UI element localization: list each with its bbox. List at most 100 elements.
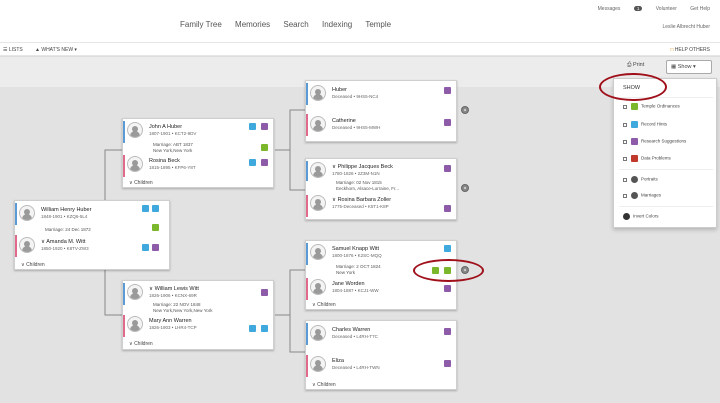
couple-card-huber-catherine[interactable]: Huber Deceased • 9HS5-NC4 Catherine Dece… [305,80,457,142]
person-amanda-witt[interactable]: ∨ Amanda M. Witt 1850-1920 • K8TV-ZW3 [15,236,135,256]
children-toggle[interactable]: ∨ Children [129,341,153,347]
children-toggle[interactable]: ∨ Children [312,302,336,308]
memories-icon[interactable] [249,159,256,166]
portrait-placeholder-icon [19,237,35,253]
research-suggestion-icon[interactable] [444,285,451,292]
person-name: William Henry Huber [41,207,92,213]
person-info: 1826-1906 • KCNX-69R [149,293,197,298]
person-william-lewis-witt[interactable]: ∨ William Lewis Witt 1826-1906 • KCNX-69… [123,283,243,303]
person-name: ∨ Rosina Barbara Zoller [332,197,392,203]
person-philippe-jacques-beck[interactable]: ∨ Philippe Jacques Beck 1780-1826 • 2Z3M… [306,161,436,181]
person-william-henry-huber[interactable]: William Henry Huber 1848-1901 • KZQ6-5L4 [15,204,135,224]
person-name: John A Huber [149,124,183,130]
person-info: Deceased • L4RH-TWN [332,365,380,370]
person-info: 1775-Deceased • K5T1-K8P [332,204,389,209]
research-suggestion-icon[interactable] [444,360,451,367]
expand-ancestors-icon[interactable] [461,184,469,192]
portrait-placeholder-icon [19,205,35,221]
divider [619,169,713,170]
temple-icon[interactable] [152,224,159,231]
marriage-icon [631,192,638,199]
person-info: 1826-1903 • LHR4-TCP [149,325,197,330]
option-research-suggestions[interactable]: Research Suggestions [623,138,686,145]
person-eliza[interactable]: Eliza Deceased • L4RH-TWN [306,355,421,375]
person-mary-ann-warren[interactable]: Mary Ann Warren 1826-1903 • LHR4-TCP [123,315,243,335]
research-suggestion-icon[interactable] [152,244,159,251]
person-name: Catherine [332,118,356,124]
memories-icon[interactable] [142,205,149,212]
person-info: Deceased • 9HS5-NC4 [332,94,379,99]
invert-colors-icon [623,213,630,220]
research-suggestion-icon[interactable] [444,165,451,172]
couple-card-john-a-huber[interactable]: John A Huber 1807-1901 • KCT2-9DV Marria… [122,118,274,188]
research-suggestion-icon[interactable] [444,119,451,126]
portrait-placeholder-icon [310,279,326,295]
memories-icon[interactable] [444,245,451,252]
person-name: ∨ Philippe Jacques Beck [332,164,393,170]
research-suggestion-icon[interactable] [444,328,451,335]
portrait-placeholder-icon [310,195,326,211]
checkbox[interactable] [623,193,627,198]
checkbox[interactable] [623,156,627,161]
person-info: 1848-1901 • KZQ6-5L4 [41,214,88,219]
portrait-icon [631,176,638,183]
portrait-placeholder-icon [310,162,326,178]
portrait-placeholder-icon [127,316,143,332]
research-suggestion-icon[interactable] [444,87,451,94]
person-name: Rosina Beck [149,158,180,164]
person-info: 1807-1901 • KCT2-9DV [149,131,197,136]
person-catherine[interactable]: Catherine Deceased • 9HS5-MWH [306,115,421,135]
marriage-info: Marriage: 02 Nov 1815 Eeckhorn, Alsace-L… [336,180,400,191]
checkbox[interactable] [623,122,627,127]
person-huber[interactable]: Huber Deceased • 9HS5-NC4 [306,84,421,104]
children-toggle[interactable]: ∨ Children [21,262,45,268]
person-info: Deceased • 9HS5-MWH [332,125,381,130]
marriage-info: Marriage: 2 OCT 1824 New York [336,264,381,275]
portrait-placeholder-icon [310,356,326,372]
option-data-problems[interactable]: Data Problems [623,155,671,162]
couple-card-william-lewis-witt[interactable]: ∨ William Lewis Witt 1826-1906 • KCNX-69… [122,280,274,350]
person-rosina-beck[interactable]: Rosina Beck 1815-1895 • KFP6-Y8T [123,155,238,175]
research-suggestion-icon[interactable] [261,289,268,296]
couple-card-philippe-beck[interactable]: ∨ Philippe Jacques Beck 1780-1826 • 2Z3M… [305,158,457,220]
expand-ancestors-icon[interactable] [461,106,469,114]
portrait-placeholder-icon [310,116,326,132]
research-suggestion-icon[interactable] [261,123,268,130]
portrait-placeholder-icon [310,244,326,260]
person-john-a-huber[interactable]: John A Huber 1807-1901 • KCT2-9DV [123,121,238,141]
research-suggestion-icon[interactable] [444,205,451,212]
checkbox[interactable] [623,139,627,144]
person-info: 1804-1887 • KCJ1-WW [332,288,379,293]
person-samuel-knapp-witt[interactable]: Samuel Knapp Witt 1800-1876 • K2SC-MQQ [306,243,426,263]
children-toggle[interactable]: ∨ Children [312,382,336,388]
research-suggestion-icon[interactable] [261,159,268,166]
person-charles-warren[interactable]: Charles Warren Deceased • L4RH-T7C [306,324,421,344]
person-info: Deceased • L4RH-T7C [332,334,378,339]
portrait-placeholder-icon [127,156,143,172]
option-invert-colors[interactable]: Invert Colors [623,213,659,220]
couple-card-william-henry-huber[interactable]: William Henry Huber 1848-1901 • KZQ6-5L4… [14,200,170,270]
memories-icon[interactable] [142,244,149,251]
person-jane-worden[interactable]: Jane Worden 1804-1887 • KCJ1-WW [306,278,426,298]
marriage-info: Marriage: 22 NOV 1848 New York,New York,… [153,302,213,313]
record-hint-icon[interactable] [261,325,268,332]
research-suggestion-icon [631,138,638,145]
option-marriages[interactable]: Marriages [623,192,661,199]
temple-icon[interactable] [261,144,268,151]
checkbox[interactable] [623,104,627,109]
couple-card-charles-warren[interactable]: Charles Warren Deceased • L4RH-T7C Eliza… [305,320,457,390]
highlight-temple-icons [413,259,484,282]
memories-icon[interactable] [249,325,256,332]
children-toggle[interactable]: ∨ Children [129,180,153,186]
checkbox[interactable] [623,177,627,182]
option-record-hints[interactable]: Record Hints [623,121,667,128]
marriage-info: Marriage: ABT 1837 New York,New York [153,142,193,153]
person-name: Samuel Knapp Witt [332,246,380,252]
memories-icon[interactable] [249,123,256,130]
person-info: 1780-1826 • 2Z3M-N1N [332,171,380,176]
record-hint-icon[interactable] [152,205,159,212]
option-temple-ordinances[interactable]: Temple Ordinances [623,103,680,110]
person-rosina-barbara-zoller[interactable]: ∨ Rosina Barbara Zoller 1775-Deceased • … [306,194,436,214]
option-portraits[interactable]: Portraits [623,176,658,183]
portrait-placeholder-icon [127,122,143,138]
